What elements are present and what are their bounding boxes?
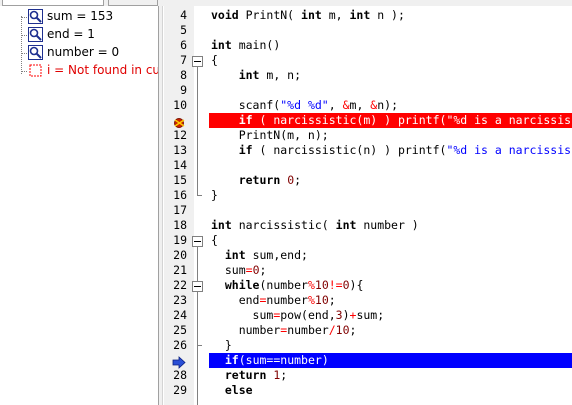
code-line[interactable]: 23 end=number%10; (164, 293, 572, 308)
code-text: else (224, 383, 253, 397)
breakpoint-icon[interactable] (173, 114, 186, 128)
line-number: 5 (180, 23, 187, 37)
code-line[interactable]: 24 sum=pow(end,3)+sum; (164, 308, 572, 323)
code-text: { (211, 53, 218, 67)
line-number: 20 (173, 248, 187, 262)
code-text: while(number%10!=0){ (224, 278, 364, 292)
code-line[interactable]: 8 int m, n; (164, 68, 572, 83)
line-number: 29 (173, 383, 187, 397)
fold-end (197, 195, 202, 196)
code-text: int main() (211, 38, 281, 52)
code-line[interactable]: 6 int main() (164, 38, 572, 53)
code-text: { (211, 233, 218, 247)
fold-guide (197, 66, 198, 195)
watch-item-text: i = Not found in curr (47, 63, 158, 77)
code-line[interactable]: 22 while(number%10!=0){ (164, 278, 572, 293)
watch-item[interactable]: number = 0 (12, 44, 158, 62)
code-text: int sum,end; (224, 248, 308, 262)
code-text: void PrintN( int m, int n ); (211, 8, 405, 22)
code-line[interactable]: 26 } (164, 338, 572, 353)
code-text: } (211, 188, 218, 202)
line-number: 17 (173, 203, 187, 217)
code-line[interactable]: 29 else (164, 383, 572, 398)
line-number: 18 (173, 218, 187, 232)
code-line[interactable]: 12 PrintN(m, n); (164, 128, 572, 143)
line-number: 26 (173, 338, 187, 352)
code-line[interactable]: 14 (164, 158, 572, 173)
line-number: 25 (173, 323, 187, 337)
code-text: return 0; (238, 173, 302, 187)
line-number: 7 (180, 53, 187, 67)
line-number: 9 (180, 83, 187, 97)
line-number: 16 (173, 188, 187, 202)
code-line[interactable]: 28 return 1; (164, 368, 572, 383)
line-number: 13 (173, 143, 187, 157)
line-number: 24 (173, 308, 187, 322)
watch-item[interactable]: sum = 153 (12, 8, 158, 26)
watch-item[interactable]: i = Not found in curr (12, 62, 158, 80)
line-number: 4 (180, 8, 187, 22)
fold-guide (197, 246, 198, 281)
line-number: 8 (180, 68, 187, 82)
code-line[interactable]: 10 scanf("%d %d", &m, &n); (164, 98, 572, 113)
execution-arrow-icon (172, 354, 186, 369)
fold-guide (197, 291, 198, 345)
line-number: 6 (180, 38, 187, 52)
code-line[interactable]: 25 number=number/10; (164, 323, 572, 338)
code-text: return 1; (224, 368, 288, 382)
watch-item[interactable]: end = 1 (12, 26, 158, 44)
line-number: 14 (173, 158, 187, 172)
watch-variable-icon (28, 45, 43, 60)
code-line[interactable]: 17 (164, 203, 572, 218)
code-line[interactable]: 19 { (164, 233, 572, 248)
line-number: 22 (173, 278, 187, 292)
code-text: scanf("%d %d", &m, &n); (211, 98, 399, 112)
code-line[interactable]: 21 sum=0; (164, 263, 572, 278)
line-number: 28 (173, 368, 187, 382)
watch-item-text: sum = 153 (47, 9, 114, 23)
code-editor[interactable]: 4 void PrintN( int m, int n ); 5 6 int main(… (164, 6, 572, 405)
watch-item-text: number = 0 (47, 45, 120, 59)
code-text: if ( narcissistic(n) ) printf("%d is a n… (238, 143, 572, 157)
watch-variable-icon (28, 27, 43, 42)
code-text: sum=0; (211, 263, 267, 277)
code-line[interactable]: 4 void PrintN( int m, int n ); (164, 8, 572, 23)
watch-item-text: end = 1 (47, 27, 95, 41)
code-text: sum=pow(end,3)+sum; (211, 308, 385, 322)
code-line[interactable]: 16} (164, 188, 572, 203)
code-text: PrintN(m, n); (211, 128, 329, 142)
code-line[interactable]: 7{ (164, 53, 572, 68)
watch-variable-icon (28, 9, 43, 24)
line-number: 23 (173, 293, 187, 307)
code-line[interactable]: 20 int sum,end; (164, 248, 572, 263)
code-text: if ( narcissistic(m) ) printf("%d is a n… (238, 113, 572, 127)
code-line[interactable]: 18 int narcissistic( int number ) (164, 218, 572, 233)
code-text: int m, n; (238, 68, 302, 82)
watch-panel[interactable]: sum = 153 end = 1 number = 0 i = Not found … (0, 6, 158, 405)
fold-guide (197, 346, 198, 405)
code-text: number=number/10; (211, 323, 357, 337)
code-text: } (211, 338, 232, 352)
code-line[interactable]: 5 (164, 23, 572, 38)
line-number: 10 (173, 98, 187, 112)
line-number: 21 (173, 263, 187, 277)
line-number: 12 (173, 128, 187, 142)
divider (162, 6, 163, 405)
code-line[interactable]: 15 return 0; (164, 173, 572, 188)
code-line[interactable]: 9 (164, 83, 572, 98)
code-text: end=number%10; (211, 293, 336, 307)
line-number: 19 (173, 233, 187, 247)
code-line[interactable]: if ( narcissistic(m) ) printf("%d is a n… (164, 113, 572, 128)
watch-variable-icon (28, 63, 43, 78)
code-line[interactable]: 13 if ( narcissistic(n) ) printf("%d is … (164, 143, 572, 158)
code-text: if(sum==number) (224, 353, 329, 367)
line-number: 15 (173, 173, 187, 187)
code-text: int narcissistic( int number ) (211, 218, 419, 232)
code-line[interactable]: if(sum==number) (164, 353, 572, 369)
